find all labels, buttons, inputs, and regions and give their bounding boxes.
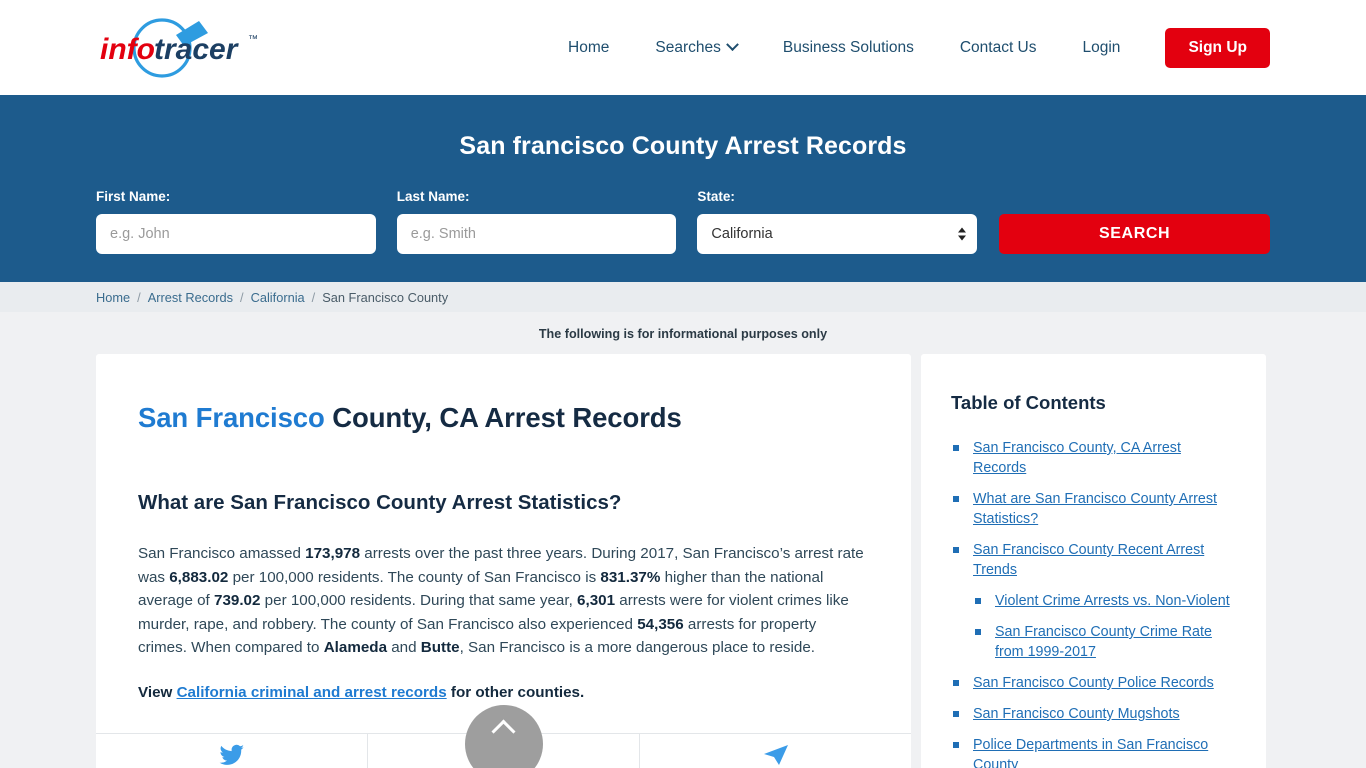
hero-title: San francisco County Arrest Records: [459, 132, 907, 160]
nav-label: Business Solutions: [782, 38, 914, 56]
toc-item: San Francisco County Police Records: [951, 673, 1236, 693]
hero-search-panel: San francisco County Arrest Records Firs…: [0, 95, 1366, 282]
toc-subitem: Violent Crime Arrests vs. Non-Violent: [973, 591, 1236, 611]
toc-item: San Francisco County Mugshots: [951, 704, 1236, 724]
page-title: San Francisco County, CA Arrest Records: [138, 402, 869, 434]
twitter-icon: [219, 744, 244, 765]
site-header: info tracer ™ Home Searches Business Sol…: [0, 0, 1366, 95]
search-button[interactable]: SEARCH: [999, 214, 1270, 254]
toc-link-arrest-statistics[interactable]: What are San Francisco County Arrest Sta…: [951, 489, 1236, 529]
para-text: per 100,000 residents. The county of San…: [228, 568, 601, 586]
toc-sublist: Violent Crime Arrests vs. Non-Violent Sa…: [951, 591, 1236, 662]
first-name-field-group: First Name:: [96, 189, 376, 254]
stat-national-average: 739.02: [214, 592, 261, 609]
stat-total-arrests: 173,978: [305, 545, 361, 562]
svg-text:™: ™: [248, 34, 258, 45]
toc-title: Table of Contents: [951, 392, 1106, 413]
para-text: San Francisco amassed: [138, 545, 306, 562]
scroll-to-top-button[interactable]: [464, 704, 543, 768]
stat-percent-higher: 831.37%: [600, 568, 661, 586]
disclaimer-text: The following is for informational purpo…: [0, 312, 1366, 354]
toc-link-recent-arrest-trends[interactable]: San Francisco County Recent Arrest Trend…: [951, 540, 1236, 580]
view-other-counties-line: View California criminal and arrest reco…: [138, 684, 869, 701]
last-name-input[interactable]: [396, 214, 677, 254]
compare-county-1: Alameda: [323, 639, 388, 656]
toc-item: San Francisco County Recent Arrest Trend…: [951, 540, 1236, 662]
california-records-link[interactable]: California criminal and arrest records: [177, 684, 447, 701]
toc-link-police-records[interactable]: San Francisco County Police Records: [951, 673, 1214, 693]
nav-item-login[interactable]: Login: [1060, 39, 1144, 57]
page-title-rest: County, CA Arrest Records: [324, 402, 682, 433]
statistics-paragraph: San Francisco amassed 173,978 arrests ov…: [138, 542, 869, 660]
nav-label: Home: [568, 38, 610, 56]
view-prefix: View: [138, 683, 177, 701]
arrest-search-form: First Name: Last Name: State: California…: [96, 189, 1270, 254]
chevron-down-icon: [725, 38, 739, 52]
page-title-highlight: San Francisco: [138, 402, 325, 433]
last-name-field-group: Last Name:: [396, 189, 677, 254]
first-name-label: First Name:: [96, 189, 171, 204]
article-card: San Francisco County, CA Arrest Records …: [96, 354, 911, 768]
para-text: , San Francisco is a more dangerous plac…: [459, 639, 816, 656]
breadcrumb: Home / Arrest Records / California / San…: [0, 282, 1366, 312]
nav-label: Searches: [655, 38, 721, 56]
stat-violent-arrests: 6,301: [577, 592, 616, 609]
send-icon: [763, 744, 788, 765]
table-of-contents-card: Table of Contents San Francisco County, …: [921, 354, 1266, 768]
toc-link-violent-vs-nonviolent[interactable]: Violent Crime Arrests vs. Non-Violent: [973, 591, 1230, 611]
toc-item: San Francisco County, CA Arrest Records: [951, 438, 1236, 478]
stat-property-arrests: 54,356: [637, 615, 684, 633]
breadcrumb-item-arrest-records[interactable]: Arrest Records: [148, 290, 233, 305]
state-select[interactable]: California: [697, 214, 978, 254]
toc-list: San Francisco County, CA Arrest Records …: [951, 438, 1236, 768]
chevron-up-icon: [491, 718, 516, 744]
state-select-wrap: California: [697, 214, 978, 254]
main-nav: Home Searches Business Solutions Contact…: [545, 27, 1270, 68]
nav-label: Login: [1082, 38, 1121, 56]
sign-up-button[interactable]: Sign Up: [1165, 27, 1270, 68]
toc-link-mugshots[interactable]: San Francisco County Mugshots: [951, 704, 1180, 724]
last-name-label: Last Name:: [396, 189, 470, 204]
nav-item-searches[interactable]: Searches: [632, 38, 759, 57]
toc-item: What are San Francisco County Arrest Sta…: [951, 489, 1236, 529]
toc-item: Police Departments in San Francisco Coun…: [951, 735, 1236, 768]
nav-item-contact-us[interactable]: Contact Us: [937, 39, 1060, 57]
svg-text:info: info: [100, 33, 155, 66]
breadcrumb-separator: /: [311, 289, 316, 305]
breadcrumb-current: San Francisco County: [322, 289, 449, 305]
share-cell-email[interactable]: [640, 734, 911, 768]
nav-item-business-solutions[interactable]: Business Solutions: [760, 39, 937, 57]
state-field-group: State: California: [697, 189, 978, 254]
para-text: and: [387, 639, 421, 656]
breadcrumb-item-california[interactable]: California: [251, 290, 305, 305]
nav-label: Contact Us: [959, 38, 1037, 56]
svg-text:tracer: tracer: [154, 33, 240, 66]
logo-graphic: info tracer ™: [100, 17, 258, 78]
toc-subitem: San Francisco County Crime Rate from 199…: [973, 622, 1236, 662]
breadcrumb-separator: /: [240, 289, 244, 305]
nav-item-home[interactable]: Home: [545, 39, 632, 57]
infotracer-logo[interactable]: info tracer ™: [98, 15, 268, 81]
toc-link-police-departments[interactable]: Police Departments in San Francisco Coun…: [951, 735, 1236, 768]
toc-link-crime-rate-1999-2017[interactable]: San Francisco County Crime Rate from 199…: [973, 622, 1236, 662]
section-heading: What are San Francisco County Arrest Sta…: [138, 491, 622, 514]
breadcrumb-separator: /: [137, 289, 141, 305]
stat-arrest-rate: 6,883.02: [169, 568, 229, 586]
state-label: State:: [697, 189, 735, 204]
breadcrumb-item-home[interactable]: Home: [96, 290, 130, 305]
main-layout: San Francisco County, CA Arrest Records …: [0, 354, 1366, 768]
compare-county-2: Butte: [420, 639, 460, 656]
share-cell-twitter[interactable]: [96, 733, 368, 768]
toc-link-arrest-records[interactable]: San Francisco County, CA Arrest Records: [951, 438, 1236, 478]
para-text: per 100,000 residents. During that same …: [260, 592, 578, 609]
first-name-input[interactable]: [96, 214, 376, 254]
view-suffix: for other counties.: [446, 683, 585, 701]
